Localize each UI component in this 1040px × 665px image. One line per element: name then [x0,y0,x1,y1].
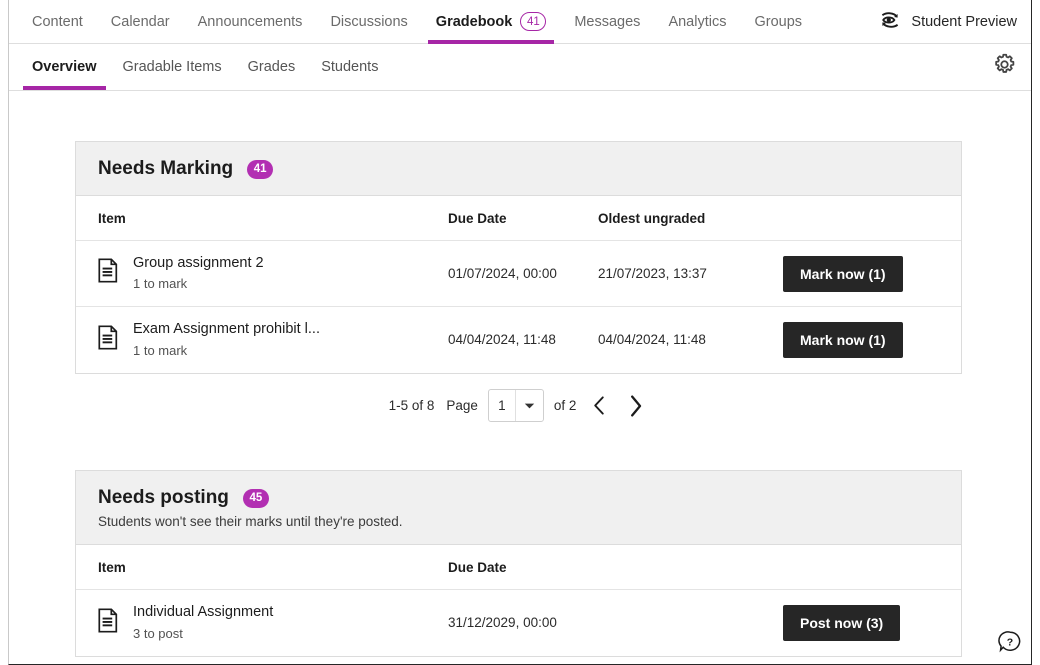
gear-icon [992,52,1017,82]
cell-item: Individual Assignment 3 to post [76,590,448,656]
item-title[interactable]: Exam Assignment prohibit l... [133,319,320,340]
page-select-value: 1 [498,398,506,413]
needs-posting-title: Needs posting [98,487,229,508]
cell-due-date: 31/12/2029, 00:00 [448,615,557,631]
top-nav-item-analytics[interactable]: Analytics [654,0,740,43]
needs-posting-subtitle: Students won't see their marks until the… [98,514,403,529]
cell-action: Mark now (1) [783,307,961,373]
gradebook-count-badge: 41 [520,12,547,31]
top-nav-item-gradebook[interactable]: Gradebook 41 [422,0,561,44]
needs-marking-title: Needs Marking [98,158,234,179]
help-question-icon: ? [997,629,1023,660]
top-nav-item-content[interactable]: Content [18,0,97,43]
cell-oldest-ungraded: 21/07/2023, 13:37 [598,240,783,307]
item-subtitle: 3 to post [133,625,183,641]
pagination-page-label: Page [446,398,478,413]
document-icon [98,608,119,638]
item-subtitle: 1 to mark [133,342,188,358]
top-nav-label: Calendar [110,13,170,30]
document-icon [98,258,119,288]
needs-marking-card: Needs Marking 41 Item Due Date Oldest un… [75,141,962,374]
cell-due-date: 01/07/2024, 00:00 [448,240,598,307]
needs-marking-header: Needs Marking 41 [76,142,961,196]
eye-refresh-icon [878,11,902,33]
pagination-controls: 1-5 of 8 Page 1 of 2 [75,389,962,422]
column-header-oldest-ungraded: Oldest ungraded [598,196,783,241]
settings-button[interactable] [977,44,1031,90]
item-title[interactable]: Group assignment 2 [133,253,264,274]
needs-posting-table: Item Due Date Individual Assignment 3 to… [76,545,961,656]
item-subtitle: 1 to mark [133,276,188,292]
top-nav-label: Discussions [330,13,408,30]
cell-oldest-ungraded: 04/04/2024, 11:48 [598,332,706,348]
top-nav-item-announcements[interactable]: Announcements [184,0,317,43]
top-nav-label: Announcements [197,13,303,30]
column-header-due-date: Due Date [448,196,598,241]
table-row: Group assignment 2 1 to mark 01/07/2024,… [76,240,961,307]
top-nav-label: Groups [754,13,803,30]
tab-label: Grades [247,59,296,75]
top-nav-item-messages[interactable]: Messages [560,0,654,43]
cell-action: Post now (3) [783,590,961,656]
top-nav-label: Gradebook [435,13,513,30]
svg-text:?: ? [1007,636,1013,648]
top-nav-label: Messages [574,13,641,30]
cell-item: Group assignment 2 1 to mark [76,240,448,307]
application-window: Content Calendar Announcements Discussio… [8,0,1032,665]
column-header-item: Item [76,545,448,590]
item-title[interactable]: Individual Assignment [133,602,273,623]
column-header-item: Item [76,196,448,241]
help-button[interactable]: ? [995,629,1025,659]
needs-marking-table: Item Due Date Oldest ungraded Group assi… [76,196,961,373]
table-row: Individual Assignment 3 to post 31/12/20… [76,590,961,656]
tab-students[interactable]: Students [308,44,391,90]
tab-label: Students [321,59,379,75]
page-select[interactable]: 1 [487,389,544,422]
table-header-row: Item Due Date Oldest ungraded [76,196,961,241]
table-header-row: Item Due Date [76,545,961,590]
student-preview-label: Student Preview [911,13,1017,30]
tab-label: Overview [32,59,97,75]
column-header-actions [783,545,961,590]
pagination-range: 1-5 of 8 [388,398,435,413]
chevron-left-icon[interactable] [586,392,612,420]
course-top-navigation: Content Calendar Announcements Discussio… [9,0,1031,44]
mark-now-button[interactable]: Mark now (1) [783,255,903,292]
chevron-right-icon[interactable] [622,392,648,420]
gradebook-overview-content: Needs Marking 41 Item Due Date Oldest un… [9,91,1031,663]
needs-posting-card: Needs posting 45 Students won't see thei… [75,470,962,657]
pagination-total-label: of 2 [553,398,577,413]
needs-marking-badge: 41 [247,159,274,179]
cell-item: Exam Assignment prohibit l... 1 to mark [76,307,448,373]
top-nav-item-discussions[interactable]: Discussions [316,0,421,43]
mark-now-button[interactable]: Mark now (1) [783,321,903,358]
top-nav-label: Content [32,13,83,30]
tab-gradable-items[interactable]: Gradable Items [110,44,235,90]
top-nav-item-calendar[interactable]: Calendar [97,0,184,43]
needs-posting-header: Needs posting 45 Students won't see thei… [76,471,961,545]
cell-due-date: 04/04/2024, 11:48 [448,332,556,348]
column-header-due-date: Due Date [448,545,783,590]
top-nav-item-groups[interactable]: Groups [740,0,816,43]
table-row: Exam Assignment prohibit l... 1 to mark … [76,307,961,373]
tab-grades[interactable]: Grades [235,44,309,90]
document-icon [98,325,119,355]
top-nav-label: Analytics [668,13,727,30]
student-preview-button[interactable]: Student Preview [868,0,1031,43]
gradebook-sub-navigation: Overview Gradable Items Grades Students [9,44,1031,91]
needs-posting-badge: 45 [242,488,269,508]
column-header-actions [783,196,961,241]
chevron-down-icon [514,390,543,421]
cell-action: Mark now (1) [783,240,961,307]
tab-overview[interactable]: Overview [19,44,110,90]
tab-label: Gradable Items [122,59,222,75]
post-now-button[interactable]: Post now (3) [783,604,901,641]
